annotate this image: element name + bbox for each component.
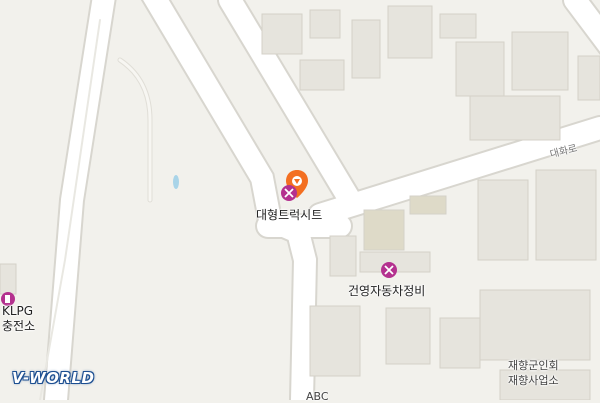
poi-label-line: KLPG [2,304,34,318]
repair-shop-icon[interactable] [281,185,297,201]
building-label: 재향군인회 재향사업소 [508,358,559,388]
provider-logo: V-WORLD [12,368,94,388]
building-label-line: 재향사업소 [508,374,559,387]
provider-logo-text: V-WORLD [12,369,95,387]
poi-label[interactable]: 건영자동차정비 [348,282,425,299]
building-label-line: 재향군인회 [508,359,559,372]
repair-shop-icon[interactable] [381,262,397,278]
cutoff-label: ABC [306,390,329,403]
poi-label-line: 충전소 [2,319,36,333]
poi-label-selected[interactable]: 대형트럭시트 [256,206,322,223]
water-pond [173,175,179,189]
poi-label-fuel[interactable]: KLPG 충전소 [2,304,35,334]
map-canvas[interactable] [0,0,600,400]
